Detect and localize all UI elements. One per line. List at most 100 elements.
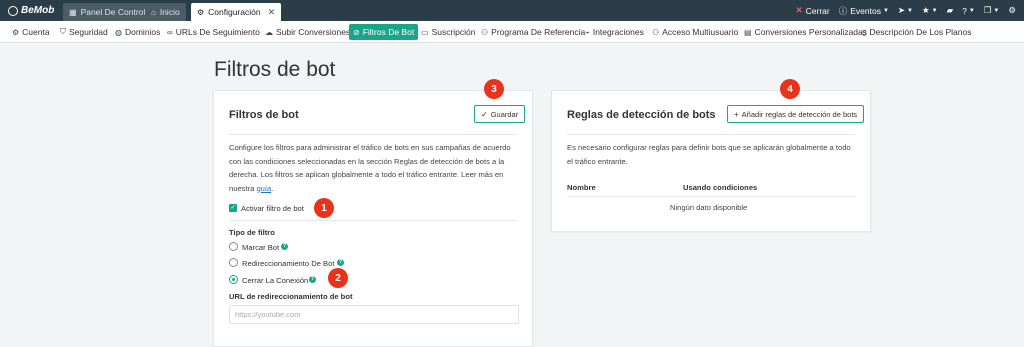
nav-urls-seguimiento[interactable]: ∞ URLs De Seguimiento xyxy=(163,24,264,40)
redirect-url-label: URL de redireccionamiento de bot xyxy=(229,292,353,301)
nav-label: Seguridad xyxy=(69,27,108,37)
help-icon[interactable]: ? xyxy=(281,243,288,250)
radio-redireccionamiento[interactable] xyxy=(229,258,238,267)
chat-button[interactable]: ▰ xyxy=(947,5,954,16)
ban-icon: ⊘ xyxy=(353,27,360,37)
annotation-badge: 1 xyxy=(314,198,334,218)
divider xyxy=(229,220,517,221)
bemob-logo[interactable]: BeMob xyxy=(8,4,54,17)
tab-label: Inicio xyxy=(159,7,180,17)
column-header-condiciones[interactable]: Usando condiciones xyxy=(683,183,757,192)
redirect-url-input[interactable]: https://youtube.com xyxy=(229,305,519,324)
logo-text: BeMob xyxy=(21,5,55,16)
nav-descripcion-planos[interactable]: ▯ Descripción De Los Planos xyxy=(858,24,975,40)
filter-type-label: Tipo de filtro xyxy=(229,228,275,237)
nav-label: Programa De Referencia xyxy=(491,27,586,37)
radio-marcar-bot[interactable] xyxy=(229,242,238,251)
chevron-down-icon: ▼ xyxy=(882,7,889,14)
radio-cerrar-conexion[interactable] xyxy=(229,275,238,284)
chat-icon: ▰ xyxy=(946,5,954,15)
shield-icon: ⛉ xyxy=(60,27,66,36)
chevron-down-icon: ▼ xyxy=(968,7,975,14)
card-title: Reglas de detección de bots xyxy=(567,109,716,121)
guide-link[interactable]: guía xyxy=(256,184,271,193)
top-bar: BeMob ▦ Panel De Control ⌂ Inicio ⚙ Conf… xyxy=(0,0,1024,21)
chevron-down-icon: ▼ xyxy=(907,7,913,14)
nav-label: Filtros De Bot xyxy=(362,27,415,37)
nav-label: Descripción De Los Planos xyxy=(869,27,972,37)
star-icon: ★ xyxy=(921,5,930,15)
list-icon: ▤ xyxy=(744,27,752,37)
nav-subir-conversiones[interactable]: ☁ Subir Conversiones xyxy=(261,24,354,40)
nav-seguridad[interactable]: ⛉ Seguridad xyxy=(56,24,112,40)
save-button[interactable]: ✓ Guardar xyxy=(474,105,526,123)
chevron-down-icon: ▼ xyxy=(931,7,938,14)
annotation-badge: 3 xyxy=(484,79,504,99)
enable-bot-filter-label: Activar filtro de bot xyxy=(241,204,304,213)
nav-integraciones[interactable]: ⌁ Integraciones xyxy=(581,24,648,40)
help-menu[interactable]: ? ▼ xyxy=(962,6,975,16)
close-icon[interactable]: ✕ xyxy=(268,7,276,18)
nav-conversiones-personalizadas[interactable]: ▤ Conversiones Personalizadas xyxy=(740,24,871,40)
tab-label: Panel De Control xyxy=(80,7,146,17)
nav-programa-referencia[interactable]: ⚇ Programa De Referencia xyxy=(477,24,589,40)
tab-inicio[interactable]: ⌂ Inicio xyxy=(145,3,186,21)
settings-button[interactable]: ⚙ xyxy=(1008,5,1016,16)
nav-label: Acceso Multiusuario xyxy=(662,27,739,37)
divider xyxy=(567,134,855,135)
favorites-menu[interactable]: ★ ▼ xyxy=(922,5,938,16)
rules-description: Es necesario configurar reglas para defi… xyxy=(567,143,851,166)
nav-filtros-de-bot[interactable]: ⊘ Filtros De Bot xyxy=(349,24,419,40)
close-icon: ✕ xyxy=(795,5,803,15)
users-icon: ⚇ xyxy=(481,27,489,37)
nav-label: Suscripción xyxy=(431,27,476,37)
events-label: Eventos xyxy=(850,5,881,16)
nav-label: Dominios xyxy=(124,27,161,37)
logout-button[interactable]: ✕ Cerrar xyxy=(796,5,830,16)
bot-filters-card: Filtros de bot ✓ Guardar Configure los f… xyxy=(213,90,533,347)
annotation-badge: 2 xyxy=(328,268,348,288)
nav-acceso-multiusuario[interactable]: ⚇ Acceso Multiusuario xyxy=(648,24,742,40)
rocket-icon: ➤ xyxy=(897,5,906,15)
enable-bot-filter-checkbox[interactable]: ✓ xyxy=(229,204,237,212)
nav-cuenta[interactable]: ⚙ Cuenta xyxy=(8,24,54,40)
help-icon[interactable]: ? xyxy=(337,259,344,266)
nav-suscripcion[interactable]: ▭ Suscripción xyxy=(417,24,480,40)
tab-label: Configuración xyxy=(208,7,261,17)
annotation-badge: 4 xyxy=(780,79,800,99)
check-icon: ✓ xyxy=(481,109,488,119)
divider xyxy=(229,134,517,135)
users-icon: ⚇ xyxy=(652,27,660,37)
dashboard-icon: ▦ xyxy=(69,7,77,17)
gear-icon: ⚙ xyxy=(12,27,20,37)
help-icon[interactable]: ? xyxy=(309,276,316,283)
tab-panel-de-control[interactable]: ▦ Panel De Control xyxy=(63,3,152,21)
document-icon: ▯ xyxy=(862,27,867,37)
link-icon: ∞ xyxy=(167,27,173,37)
nav-label: Subir Conversiones xyxy=(276,27,351,37)
chevron-down-icon: ▼ xyxy=(993,7,1000,14)
settings-nav: ⚙ Cuenta ⛉ Seguridad ◍ Dominios ∞ URLs De Se… xyxy=(0,21,1024,43)
column-header-nombre[interactable]: Nombre xyxy=(567,183,596,192)
option-label: Marcar Bot xyxy=(242,243,280,252)
question-icon: ? xyxy=(962,5,967,16)
save-label: Guardar xyxy=(490,109,519,119)
nav-label: Cuenta xyxy=(22,27,50,37)
card-title: Filtros de bot xyxy=(229,109,299,121)
cloud-upload-icon: ☁ xyxy=(265,27,273,37)
add-rules-button[interactable]: + Añadir reglas de detección de bots xyxy=(727,105,865,123)
rocket-menu[interactable]: ➤ ▼ xyxy=(898,5,913,16)
option-label: Redireccionamiento De Bot xyxy=(242,259,335,268)
tab-configuracion[interactable]: ⚙ Configuración ✕ xyxy=(191,3,282,21)
events-menu[interactable]: ⓘ Eventos ▼ xyxy=(839,5,889,17)
filters-description: Configure los filtros para administrar e… xyxy=(229,141,519,195)
windows-icon: ❐ xyxy=(983,5,992,15)
gear-icon: ⚙ xyxy=(1008,5,1016,15)
add-rules-label: Añadir reglas de detección de bots xyxy=(741,109,858,119)
logout-label: Cerrar xyxy=(805,5,830,16)
info-icon: ⓘ xyxy=(838,5,848,16)
nav-dominios[interactable]: ◍ Dominios xyxy=(111,24,164,40)
gear-icon: ⚙ xyxy=(197,7,205,17)
table-divider xyxy=(567,196,855,197)
windows-menu[interactable]: ❐ ▼ xyxy=(984,5,1000,16)
